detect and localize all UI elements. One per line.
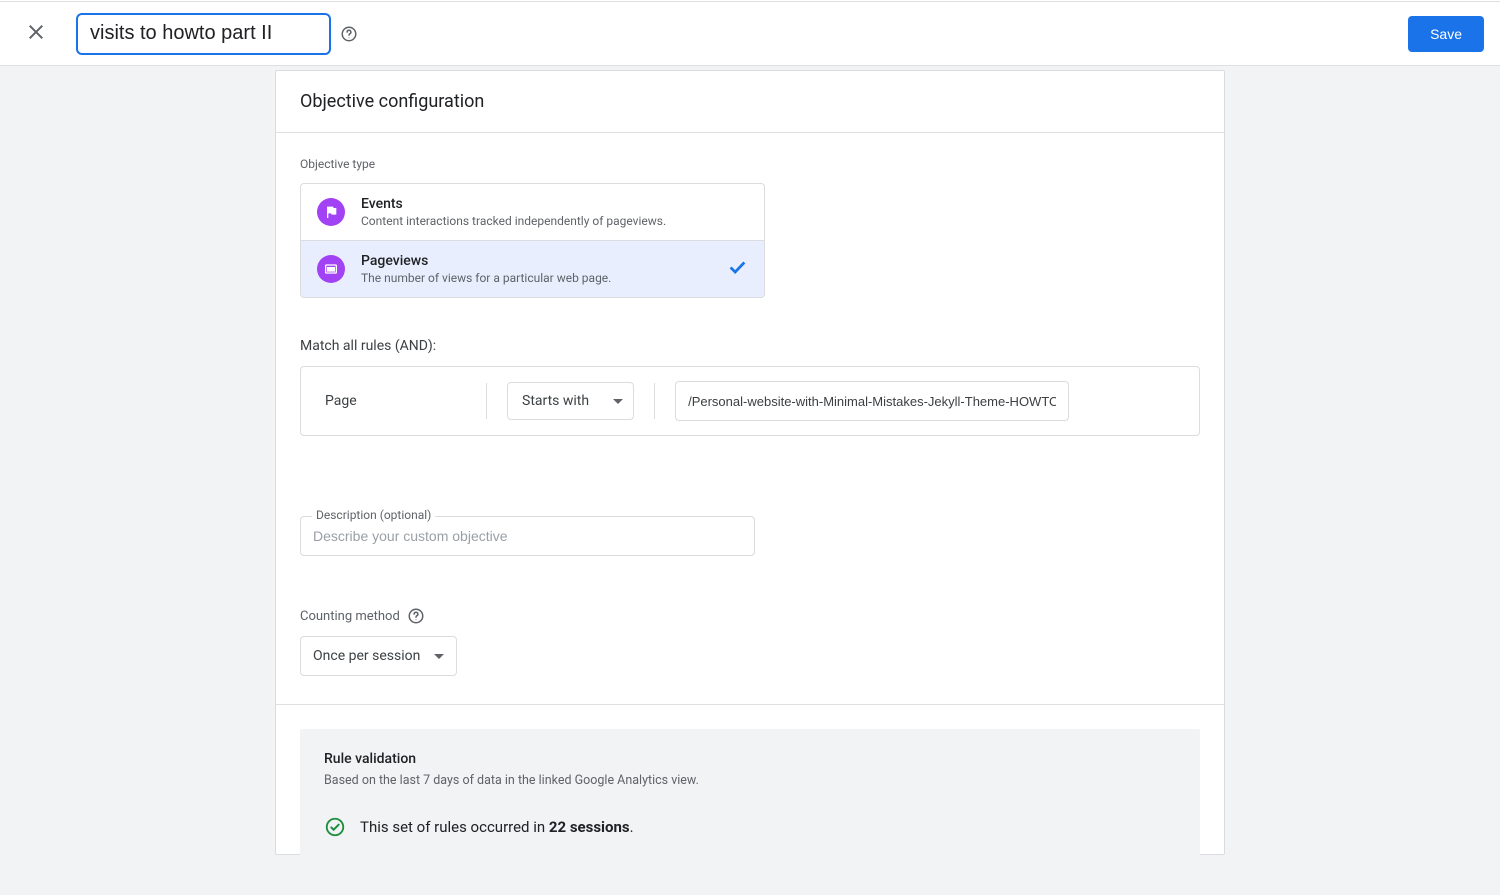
counting-method-value: Once per session [313, 648, 420, 664]
type-title: Pageviews [361, 253, 710, 269]
check-icon [726, 256, 748, 282]
help-icon[interactable] [339, 24, 359, 44]
counting-method-label: Counting method [300, 609, 400, 624]
rule-operator-value: Starts with [522, 393, 589, 409]
page-icon [317, 255, 345, 283]
rule-value-input[interactable] [675, 381, 1069, 421]
type-subtitle: The number of views for a particular web… [361, 271, 710, 285]
match-rules-label: Match all rules (AND): [300, 338, 1200, 354]
header-bar: Save [0, 2, 1500, 66]
description-label: Description (optional) [312, 508, 435, 522]
objective-type-events[interactable]: Events Content interactions tracked inde… [301, 184, 764, 240]
flag-icon [317, 198, 345, 226]
objective-config-card: Objective configuration Objective type E… [275, 70, 1225, 855]
validation-subtitle: Based on the last 7 days of data in the … [324, 773, 1176, 788]
help-icon[interactable] [406, 606, 426, 626]
rule-row: Page Starts with [300, 366, 1200, 436]
chevron-down-icon [613, 399, 623, 404]
counting-method-select[interactable]: Once per session [300, 636, 457, 676]
validation-result-text: This set of rules occurred in 22 session… [360, 818, 634, 836]
divider [654, 383, 655, 419]
type-subtitle: Content interactions tracked independent… [361, 214, 748, 228]
close-icon [24, 20, 48, 47]
rule-operator-select[interactable]: Starts with [507, 382, 634, 420]
card-title: Objective configuration [276, 71, 1224, 133]
divider [486, 383, 487, 419]
objective-type-pageviews[interactable]: Pageviews The number of views for a part… [301, 240, 764, 297]
objective-type-label: Objective type [300, 157, 1200, 171]
validation-title: Rule validation [324, 751, 1176, 767]
objective-type-list: Events Content interactions tracked inde… [300, 183, 765, 298]
rule-validation-panel: Rule validation Based on the last 7 days… [300, 729, 1200, 868]
rule-dimension[interactable]: Page [301, 381, 486, 421]
section-divider [276, 704, 1224, 705]
close-button[interactable] [16, 14, 56, 54]
objective-name-input[interactable] [76, 13, 331, 55]
check-circle-icon [324, 816, 346, 838]
save-button[interactable]: Save [1408, 16, 1484, 52]
chevron-down-icon [434, 654, 444, 659]
description-input[interactable] [300, 516, 755, 556]
type-title: Events [361, 196, 748, 212]
